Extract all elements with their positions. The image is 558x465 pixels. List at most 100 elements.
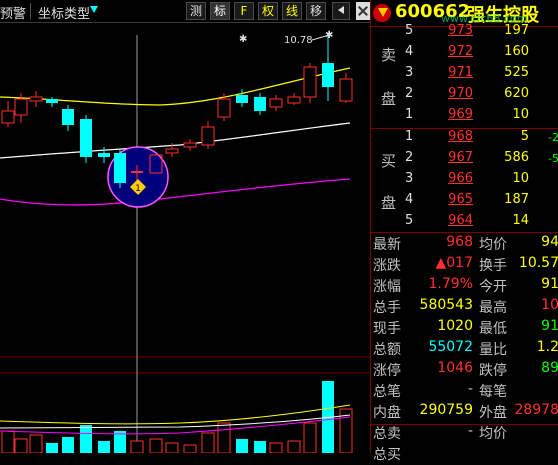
stat-value: 968 [446, 234, 473, 250]
candle [62, 109, 74, 125]
stat-row: 总卖 - 均价 [371, 423, 558, 444]
stat-value: 91 [541, 276, 558, 292]
stat-label: 跌停 [479, 363, 507, 379]
stat-value: 89 [541, 360, 558, 376]
volume-bar [236, 439, 248, 453]
stat-row: 内盘 290759 外盘 28978 [371, 402, 558, 423]
volume: 14 [512, 213, 529, 228]
star-icon: ✱ [325, 30, 333, 41]
quote-panel: 600662 强生控股 www.cfc68.com 卖 盘 5 973 197 4 97… [370, 0, 558, 463]
volume-group [1, 381, 353, 454]
stat-value: 1046 [437, 360, 473, 376]
volume-bar [1, 430, 15, 454]
stat-label: 总手 [373, 300, 401, 316]
stat-label: 涨跌 [373, 258, 401, 274]
bid-row[interactable]: 5 964 14 [371, 213, 558, 231]
alert-menu[interactable]: 预警 [0, 3, 26, 22]
stat-row: 涨停 1046 跌停 89 [371, 360, 558, 381]
stat-value: 1.79% [428, 276, 473, 292]
price: 967 [448, 150, 473, 165]
stat-value: 94 [541, 234, 558, 250]
stat-label: 最低 [479, 321, 507, 337]
bid-row[interactable]: 1 968 5 -2 [371, 129, 558, 147]
level-label: 1 [405, 129, 414, 144]
volume: 5 [520, 129, 529, 144]
level-label: 2 [405, 86, 414, 101]
stat-row: 最新 968 均价 94 [371, 234, 558, 255]
kline-chart[interactable]: 1 10.78 ✱ ✱ [0, 23, 370, 454]
candle [1, 110, 15, 124]
bid-row[interactable]: 3 966 10 [371, 171, 558, 189]
stat-label: 涨停 [373, 363, 401, 379]
volume: 586 [504, 150, 529, 165]
volume-bar [183, 444, 197, 454]
stat-value: 10 [541, 297, 558, 313]
level-label: 4 [405, 44, 414, 59]
stat-value: 1.2 [536, 339, 558, 355]
divider [371, 232, 558, 233]
ask-row[interactable]: 4 972 160 [371, 44, 558, 62]
volume-change: -5 [548, 152, 558, 165]
annotation-arrow [311, 35, 327, 41]
stat-label: 最高 [479, 300, 507, 316]
level-label: 5 [405, 23, 414, 38]
vol-ma-line [0, 414, 351, 429]
price: 973 [448, 23, 473, 38]
bid-row[interactable]: 2 967 586 -5 [371, 150, 558, 168]
candles-group [1, 33, 353, 163]
volume-bar [165, 442, 179, 454]
stat-value: - [467, 423, 473, 439]
weight-button[interactable]: 权 [258, 2, 278, 20]
chevron-down-icon[interactable] [90, 6, 98, 13]
volume: 187 [504, 192, 529, 207]
collapse-button[interactable] [332, 2, 350, 20]
move-button[interactable]: 移 [306, 2, 326, 20]
stat-label: 总卖 [373, 426, 401, 442]
ask-row[interactable]: 5 973 197 [371, 23, 558, 41]
stat-value: 290759 [419, 402, 473, 418]
bid-row[interactable]: 4 965 187 [371, 192, 558, 210]
volume: 10 [512, 107, 529, 122]
ask-row[interactable]: 1 969 10 [371, 107, 558, 125]
divider [30, 3, 31, 19]
ask-row[interactable]: 3 971 525 [371, 65, 558, 83]
chart-toolbar: 预警 坐标类型 测 标 F 权 线 移 [0, 0, 370, 23]
stat-label: 现手 [373, 321, 401, 337]
candle [303, 66, 317, 98]
stat-row: 总笔 - 每笔 [371, 381, 558, 402]
divider [371, 424, 558, 425]
f-button[interactable]: F [234, 2, 254, 20]
high-annotation: 10.78 [284, 35, 313, 46]
star-icon: ✱ [239, 34, 247, 45]
stat-label: 今开 [479, 279, 507, 295]
volume: 197 [504, 23, 529, 38]
volume-bar [130, 440, 144, 454]
level-label: 2 [405, 150, 414, 165]
price: 971 [448, 65, 473, 80]
candle [236, 95, 248, 103]
stat-value: 91 [541, 318, 558, 334]
ask-row[interactable]: 2 970 620 [371, 86, 558, 104]
stat-label: 总笔 [373, 384, 401, 400]
candle [14, 98, 28, 116]
stat-label: 外盘 [479, 405, 507, 421]
triangle-left-icon [338, 6, 344, 14]
volume-bar [14, 438, 28, 454]
stat-label: 涨幅 [373, 279, 401, 295]
candle [322, 63, 334, 87]
ma20-line [0, 178, 351, 206]
volume-bar [98, 441, 110, 453]
measure-button[interactable]: 测 [186, 2, 206, 20]
price: 964 [448, 213, 473, 228]
candle [29, 96, 43, 102]
volume-bar [201, 432, 215, 454]
line-button[interactable]: 线 [282, 2, 302, 20]
volume-bar [46, 443, 58, 453]
volume: 620 [504, 86, 529, 101]
price: 970 [448, 86, 473, 101]
coord-type-dropdown[interactable]: 坐标类型 [38, 3, 90, 22]
close-icon[interactable] [356, 2, 370, 20]
mark-button[interactable]: 标 [210, 2, 230, 20]
volume-bar [29, 434, 43, 454]
stat-value: 1020 [437, 318, 473, 334]
